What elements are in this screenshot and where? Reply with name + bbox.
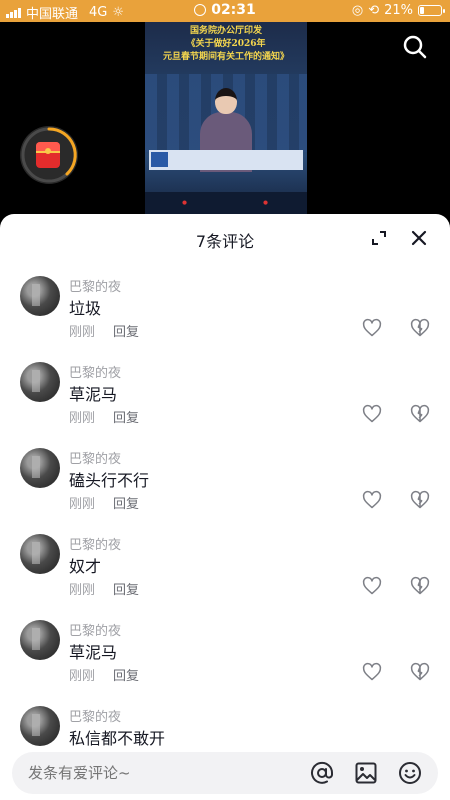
image-icon: [355, 762, 377, 784]
like-button[interactable]: [362, 490, 382, 510]
expand-button[interactable]: [370, 229, 388, 247]
comment-meta: 刚刚 回复: [69, 579, 139, 598]
comments-sheet: 7条评论 巴黎的夜 垃圾 刚刚 回复 巴黎的夜 草泥马 刚刚 回复 巴黎的夜 磕…: [0, 214, 450, 800]
at-icon: [311, 761, 334, 784]
headline-line-3: 元旦春节期间有关工作的通知》: [162, 52, 289, 62]
reply-button[interactable]: 回复: [113, 493, 139, 512]
comment-item: 巴黎的夜 磕头行不行 刚刚 回复: [0, 448, 450, 534]
comments-header: 7条评论: [0, 214, 450, 262]
comment-username[interactable]: 巴黎的夜: [69, 276, 121, 295]
red-packet-icon: [36, 142, 60, 168]
video-player[interactable]: 国务院办公厅印发 《关于做好2026年 元旦春节期间有关工作的通知》: [0, 22, 450, 222]
heart-icon: [362, 662, 382, 681]
reply-button[interactable]: 回复: [113, 579, 139, 598]
comment-username[interactable]: 巴黎的夜: [69, 706, 121, 725]
comment-text: 草泥马: [69, 643, 118, 662]
heart-icon: [362, 404, 382, 423]
like-button[interactable]: [362, 404, 382, 424]
heart-icon: [362, 490, 382, 509]
video-headline: 国务院办公厅印发 《关于做好2026年 元旦春节期间有关工作的通知》: [145, 25, 307, 64]
avatar[interactable]: [20, 706, 60, 746]
heart-icon: [362, 576, 382, 595]
dislike-button[interactable]: [410, 318, 430, 338]
battery-icon: [418, 5, 445, 16]
comment-item: 巴黎的夜 草泥马 刚刚 回复: [0, 620, 450, 706]
broken-heart-icon: [410, 404, 430, 423]
dislike-button[interactable]: [410, 490, 430, 510]
comment-username[interactable]: 巴黎的夜: [69, 534, 121, 553]
comment-item: 巴黎的夜 草泥马 刚刚 回复: [0, 362, 450, 448]
video-footer-logos: [145, 192, 307, 214]
expand-icon: [372, 231, 386, 245]
reply-button[interactable]: 回复: [113, 407, 139, 426]
dislike-button[interactable]: [410, 576, 430, 596]
comment-meta: 刚刚 回复: [69, 321, 139, 340]
search-icon: [403, 35, 427, 59]
comment-username[interactable]: 巴黎的夜: [69, 362, 121, 381]
dislike-button[interactable]: [410, 662, 430, 682]
like-button[interactable]: [362, 318, 382, 338]
comment-time: 刚刚: [69, 669, 96, 684]
avatar[interactable]: [20, 362, 60, 402]
emoji-icon: [399, 762, 421, 784]
close-button[interactable]: [410, 229, 428, 247]
red-packet-button[interactable]: [20, 126, 78, 184]
close-icon: [411, 230, 427, 246]
time-label: 02:31: [211, 2, 256, 18]
reply-button[interactable]: 回复: [113, 321, 139, 340]
battery-percent: 21%: [384, 3, 413, 18]
comment-username[interactable]: 巴黎的夜: [69, 448, 121, 467]
comment-item: 巴黎的夜 垃圾 刚刚 回复: [0, 276, 450, 362]
status-right: ◎ ⟲ 21%: [351, 3, 445, 18]
comment-input[interactable]: [28, 752, 288, 794]
comment-text: 私信都不敢开: [69, 729, 166, 748]
comment-time: 刚刚: [69, 497, 96, 512]
comment-time: 刚刚: [69, 411, 96, 426]
search-button[interactable]: [402, 34, 428, 60]
video-thumbnail[interactable]: 国务院办公厅印发 《关于做好2026年 元旦春节期间有关工作的通知》: [145, 22, 307, 214]
location-icon: ◎: [351, 3, 364, 18]
like-button[interactable]: [362, 662, 382, 682]
channel-logo-icon: [151, 152, 168, 167]
emoji-button[interactable]: [398, 761, 422, 785]
comment-username[interactable]: 巴黎的夜: [69, 620, 121, 639]
lower-third-banner: [149, 150, 303, 170]
avatar[interactable]: [20, 448, 60, 488]
comment-item: 巴黎的夜 奴才 刚刚 回复: [0, 534, 450, 620]
comment-text: 垃圾: [69, 299, 102, 318]
dislike-button[interactable]: [410, 404, 430, 424]
comment-meta: 刚刚 回复: [69, 665, 139, 684]
heart-icon: [362, 318, 382, 337]
headline-line-2: 《关于做好2026年: [186, 39, 266, 49]
status-bar: 中国联通 4G ☼ 02:31 ◎ ⟲ 21%: [0, 0, 450, 22]
like-button[interactable]: [362, 576, 382, 596]
headline-line-1: 国务院办公厅印发: [189, 26, 262, 36]
broken-heart-icon: [410, 576, 430, 595]
comment-meta: 刚刚 回复: [69, 493, 139, 512]
comment-text: 磕头行不行: [69, 471, 150, 490]
image-button[interactable]: [354, 761, 378, 785]
comment-text: 奴才: [69, 557, 102, 576]
rotation-lock-icon: ⟲: [368, 3, 380, 18]
comment-time: 刚刚: [69, 325, 96, 340]
avatar[interactable]: [20, 534, 60, 574]
comment-input-bar: [12, 752, 438, 794]
avatar[interactable]: [20, 276, 60, 316]
comment-time: 刚刚: [69, 583, 96, 598]
comment-meta: 刚刚 回复: [69, 407, 139, 426]
broken-heart-icon: [410, 490, 430, 509]
broken-heart-icon: [410, 318, 430, 337]
comment-text: 草泥马: [69, 385, 118, 404]
avatar[interactable]: [20, 620, 60, 660]
broken-heart-icon: [410, 662, 430, 681]
reply-button[interactable]: 回复: [113, 665, 139, 684]
clock-icon: [194, 4, 207, 16]
mention-button[interactable]: [310, 761, 334, 785]
